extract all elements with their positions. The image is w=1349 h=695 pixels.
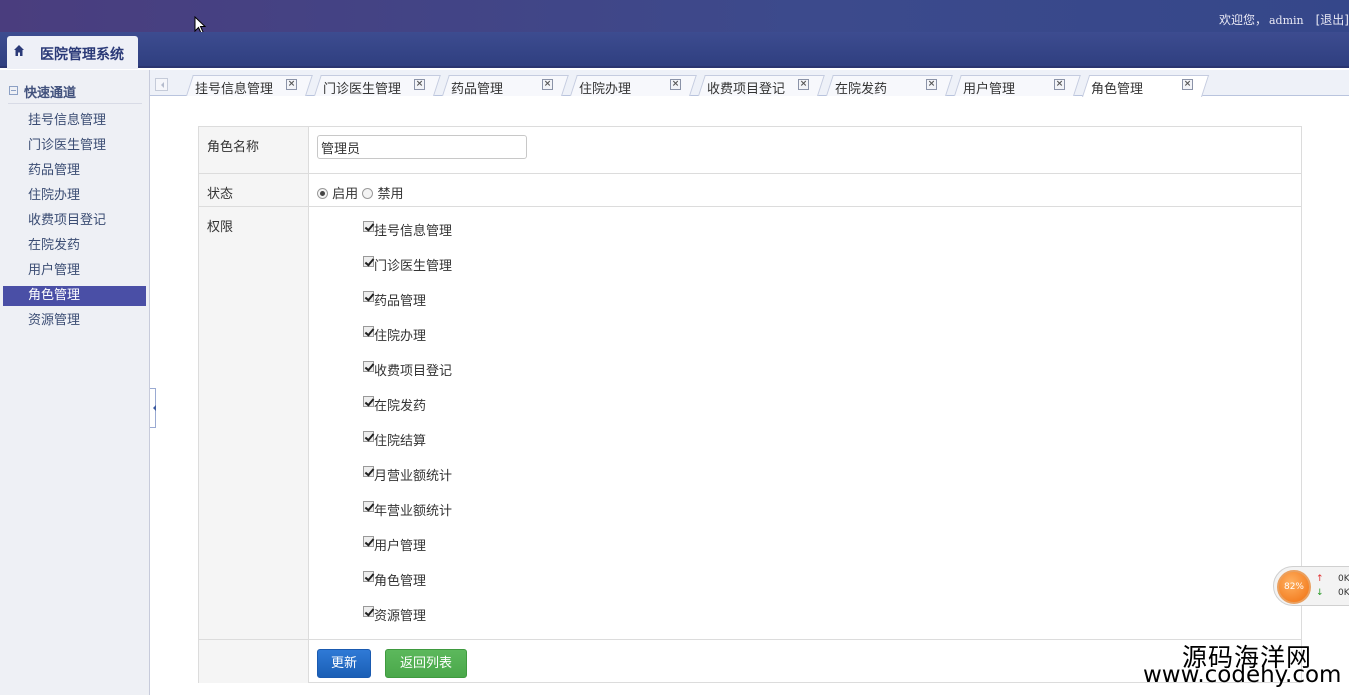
- role-name-label: 角色名称: [199, 127, 309, 173]
- sidebar-item-charges[interactable]: 收费项目登记: [3, 211, 146, 236]
- update-button[interactable]: 更新: [317, 649, 371, 678]
- tab-label: 住院办理: [579, 82, 632, 97]
- checkbox[interactable]: [363, 396, 374, 407]
- role-edit-form: 角色名称 状态 启用 禁用 权限 挂号信息管理 门诊医生管理 药品管理 住院办理…: [198, 126, 1302, 683]
- tab-label: 药品管理: [451, 82, 504, 97]
- row-status: 状态 启用 禁用: [199, 174, 1301, 207]
- network-speed-widget[interactable]: 82% ↑ 0K ↓ 0K: [1273, 566, 1349, 606]
- sidebar-menu: 挂号信息管理 门诊医生管理 药品管理 住院办理 收费项目登记 在院发药 用户管理…: [3, 111, 146, 336]
- perm-admission[interactable]: 住院办理: [363, 325, 426, 345]
- logout-link[interactable]: [退出]: [1316, 13, 1349, 27]
- checkbox[interactable]: [363, 256, 374, 267]
- tab-label: 角色管理: [1091, 82, 1144, 97]
- tab-close-icon[interactable]: ×: [414, 79, 425, 90]
- upload-speed: 0K: [1338, 574, 1349, 584]
- system-bar: 医院管理系统: [0, 32, 1349, 69]
- username: admin: [1268, 14, 1304, 27]
- perm-drugs[interactable]: 药品管理: [363, 290, 426, 310]
- system-title: 医院管理系统: [40, 47, 124, 63]
- memory-percent-badge: 82%: [1277, 570, 1311, 604]
- tab-close-icon[interactable]: ×: [670, 79, 681, 90]
- collapse-minus-icon[interactable]: [9, 86, 18, 95]
- sidebar-item-resources[interactable]: 资源管理: [3, 311, 146, 336]
- status-enabled-radio[interactable]: [317, 188, 328, 199]
- sidebar-collapse-handle[interactable]: [150, 388, 156, 428]
- checkbox[interactable]: [363, 501, 374, 512]
- tab-label: 门诊医生管理: [323, 82, 402, 97]
- watermark-url: www.codehy.com: [1143, 662, 1342, 688]
- checkbox[interactable]: [363, 536, 374, 547]
- checkbox[interactable]: [363, 221, 374, 232]
- perm-settlement[interactable]: 住院结算: [363, 430, 426, 450]
- row-role-name: 角色名称: [199, 127, 1301, 174]
- status-enabled-label: 启用: [332, 187, 359, 202]
- sidebar-section-title: 快速通道: [24, 86, 77, 101]
- perm-outpatient-doctors[interactable]: 门诊医生管理: [363, 255, 452, 275]
- perm-yearly-revenue[interactable]: 年营业额统计: [363, 500, 452, 520]
- sidebar-item-registration[interactable]: 挂号信息管理: [3, 111, 146, 136]
- permissions-label: 权限: [199, 207, 309, 639]
- welcome-text: 欢迎您，: [1218, 13, 1267, 27]
- sidebar-item-outpatient-doctors[interactable]: 门诊医生管理: [3, 136, 146, 161]
- row-actions: 更新 返回列表: [199, 640, 1301, 683]
- perm-registration[interactable]: 挂号信息管理: [363, 220, 452, 240]
- status-disabled-label: 禁用: [377, 187, 404, 202]
- sidebar: 快速通道 挂号信息管理 门诊医生管理 药品管理 住院办理 收费项目登记 在院发药…: [0, 70, 150, 695]
- perm-dispensing[interactable]: 在院发药: [363, 395, 426, 415]
- tab-close-icon[interactable]: ×: [798, 79, 809, 90]
- sidebar-item-dispensing[interactable]: 在院发药: [3, 236, 146, 261]
- tab-scroll-left-icon[interactable]: [155, 78, 168, 91]
- tab-close-icon[interactable]: ×: [286, 79, 297, 90]
- perm-roles[interactable]: 角色管理: [363, 570, 426, 590]
- checkbox[interactable]: [363, 466, 374, 477]
- tab-close-icon[interactable]: ×: [1182, 79, 1193, 90]
- status-disabled-radio[interactable]: [362, 188, 374, 199]
- row-permissions: 权限 挂号信息管理 门诊医生管理 药品管理 住院办理 收费项目登记 在院发药 住…: [199, 207, 1301, 640]
- tab-close-icon[interactable]: ×: [926, 79, 937, 90]
- checkbox[interactable]: [363, 571, 374, 582]
- download-speed: 0K: [1338, 588, 1349, 598]
- tab-label: 在院发药: [835, 82, 888, 97]
- perm-charges[interactable]: 收费项目登记: [363, 360, 452, 380]
- download-arrow-icon: ↓: [1316, 588, 1324, 598]
- upload-arrow-icon: ↑: [1316, 574, 1324, 584]
- tab-label: 收费项目登记: [707, 82, 786, 97]
- tab-close-icon[interactable]: ×: [542, 79, 553, 90]
- sidebar-item-users[interactable]: 用户管理: [3, 261, 146, 286]
- tab-close-icon[interactable]: ×: [1054, 79, 1065, 90]
- sidebar-item-roles[interactable]: 角色管理: [3, 286, 146, 311]
- checkbox[interactable]: [363, 431, 374, 442]
- actions-label-cell: [199, 640, 309, 683]
- tab-bar: 挂号信息管理 × 门诊医生管理 × 药品管理 × 住院办理 × 收费项目登记 ×…: [150, 70, 1349, 97]
- role-name-input[interactable]: [317, 135, 527, 159]
- sidebar-item-admission[interactable]: 住院办理: [3, 186, 146, 211]
- perm-users[interactable]: 用户管理: [363, 535, 426, 555]
- perm-monthly-revenue[interactable]: 月营业额统计: [363, 465, 452, 485]
- checkbox[interactable]: [363, 291, 374, 302]
- sidebar-item-drugs[interactable]: 药品管理: [3, 161, 146, 186]
- system-tab[interactable]: 医院管理系统: [7, 36, 138, 69]
- tab-label: 用户管理: [963, 82, 1016, 97]
- back-to-list-button[interactable]: 返回列表: [385, 649, 467, 678]
- checkbox[interactable]: [363, 361, 374, 372]
- checkbox[interactable]: [363, 606, 374, 617]
- status-label: 状态: [199, 174, 309, 206]
- welcome-area: 欢迎您， admin [退出]: [1219, 11, 1349, 28]
- tab-label: 挂号信息管理: [195, 82, 274, 97]
- home-icon: [14, 45, 24, 56]
- sidebar-section-header[interactable]: 快速通道: [8, 82, 142, 104]
- perm-resources[interactable]: 资源管理: [363, 605, 426, 625]
- checkbox[interactable]: [363, 326, 374, 337]
